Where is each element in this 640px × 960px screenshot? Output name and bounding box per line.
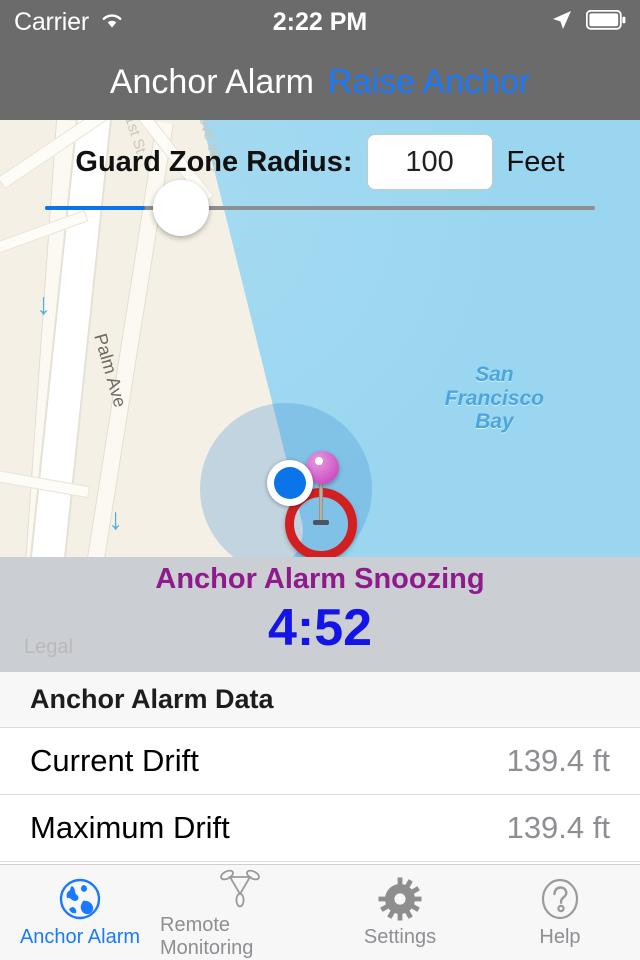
alarm-status-text: Anchor Alarm Snoozing <box>155 563 485 595</box>
tab-label: Settings <box>363 926 437 948</box>
tab-bar: Anchor Alarm Remote Monitoring Settings … <box>0 864 640 960</box>
guard-zone-row: Guard Zone Radius: Feet <box>0 134 640 190</box>
navigation-bar: Anchor Alarm Raise Anchor <box>0 44 640 120</box>
tab-help[interactable]: Help <box>480 865 640 960</box>
alarm-status-panel: Anchor Alarm Snoozing 4:52 <box>0 557 640 672</box>
anchor-alarm-data-section: Anchor Alarm Data Current Drift 139.4 ft… <box>0 672 640 862</box>
bay-label-line3: Bay <box>475 410 514 434</box>
direction-arrow-icon-bottom: ↓ <box>108 503 123 536</box>
anchor-pin-base-icon <box>313 520 329 525</box>
tab-anchor-alarm[interactable]: Anchor Alarm <box>0 865 160 960</box>
guard-zone-label: Guard Zone Radius: <box>75 145 353 178</box>
status-bar-right <box>550 8 626 37</box>
page-title: Anchor Alarm <box>109 62 314 101</box>
tab-settings[interactable]: Settings <box>320 865 480 960</box>
alarm-snooze-timer: 4:52 <box>267 599 373 657</box>
data-row-value: 139.4 ft <box>506 810 610 845</box>
guard-zone-slider-thumb[interactable] <box>153 180 209 236</box>
question-mark-circle-icon <box>538 876 582 922</box>
map-label-san-francisco-bay: San Francisco Bay <box>445 363 544 434</box>
table-row[interactable]: Maximum Drift 139.4 ft <box>0 795 640 862</box>
data-row-label: Current Drift <box>30 743 199 778</box>
user-location-dot-icon <box>267 460 313 506</box>
raise-anchor-button[interactable]: Raise Anchor <box>328 63 530 102</box>
tab-remote-monitoring[interactable]: Remote Monitoring <box>160 865 320 960</box>
table-row[interactable]: Current Drift 139.4 ft <box>0 728 640 795</box>
globe-icon <box>58 876 102 922</box>
bay-label-line2: Francisco <box>444 386 544 410</box>
tab-label: Remote Monitoring <box>160 914 254 959</box>
guard-zone-slider-fill <box>45 206 145 210</box>
guard-zone-radius-slider[interactable] <box>45 180 595 236</box>
tab-label: Anchor Alarm <box>19 926 141 948</box>
location-arrow-icon <box>550 8 574 37</box>
tab-label: Help <box>539 926 581 948</box>
bay-label-line1: San <box>475 363 514 386</box>
status-bar: Carrier 2:22 PM <box>0 0 640 44</box>
gear-icon <box>378 876 422 922</box>
guard-zone-radius-input[interactable] <box>366 134 493 190</box>
status-bar-time: 2:22 PM <box>272 7 368 36</box>
guard-zone-unit-label: Feet <box>506 145 565 178</box>
data-section-header: Anchor Alarm Data <box>0 672 640 728</box>
data-row-value: 139.4 ft <box>506 743 610 778</box>
network-icon <box>218 865 262 910</box>
battery-full-icon <box>585 9 626 35</box>
data-row-label: Maximum Drift <box>30 810 230 845</box>
guard-zone-panel: Guard Zone Radius: Feet <box>0 120 640 250</box>
direction-arrow-icon-top: ↓ <box>36 288 51 321</box>
map-legal-link[interactable]: Legal <box>24 636 73 659</box>
